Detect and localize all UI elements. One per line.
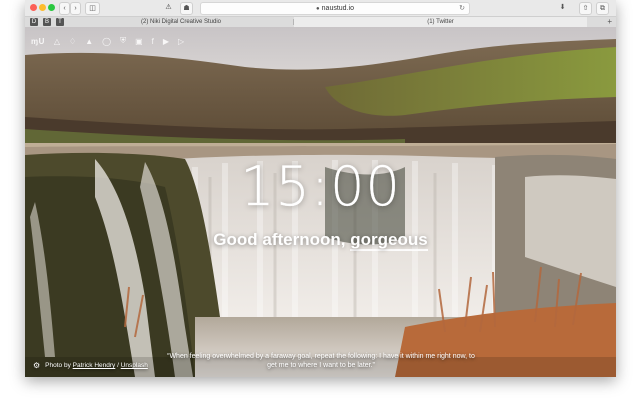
share-icon[interactable]: ⇧ (579, 2, 592, 15)
forward-button[interactable]: › (70, 2, 81, 15)
shield-icon[interactable]: ⛨ (120, 36, 126, 46)
url-text: naustud.io (321, 5, 354, 12)
pinned-tab-1[interactable]: D (30, 18, 38, 26)
new-tab-button[interactable]: + (607, 17, 612, 27)
warning-icon[interactable]: ⚠ (163, 2, 174, 13)
greeting: Good afternoon, gorgeous (25, 230, 616, 251)
drive-icon[interactable]: ▲ (85, 37, 93, 46)
photo-credit: ⚙ Photo by Patrick Hendry / Unsplash (33, 361, 148, 370)
credit-separator: / (117, 362, 119, 369)
download-icon[interactable]: ⬇ (557, 2, 568, 13)
browser-window: ‹ › ◫ ⚠ ☗ ● naustud.io ↻ ⬇ ⇧ ⧉ D B T (2) … (25, 0, 616, 377)
address-bar[interactable]: ● naustud.io ↻ (200, 2, 470, 15)
shortcut-bar: ɱU △ ♢ ▲ ◯ ⛨ ▣ f ▶ ▷ (31, 35, 193, 47)
tabs-overview-icon[interactable]: ⧉ (596, 2, 609, 15)
tab-twitter[interactable]: (1) Twitter (294, 17, 587, 27)
minimize-window-button[interactable] (39, 4, 46, 11)
gear-icon[interactable]: ⚙ (33, 361, 40, 370)
facebook-icon[interactable]: f (152, 37, 154, 46)
calendar-icon[interactable]: ▣ (135, 37, 143, 46)
lock-icon[interactable]: ☗ (180, 2, 193, 15)
tab-niki[interactable]: (2) Niki Digital Creative Studio (69, 17, 293, 27)
greeting-text: Good afternoon, (213, 230, 346, 249)
credit-prefix: Photo by (45, 362, 71, 369)
quote: “When feeling overwhelmed by a faraway g… (167, 353, 475, 369)
browser-toolbar: ‹ › ◫ ⚠ ☗ ● naustud.io ↻ ⬇ ⇧ ⧉ (25, 0, 616, 17)
play-icon[interactable]: ▷ (178, 37, 184, 46)
bell-icon[interactable]: ♢ (69, 37, 76, 46)
pinned-tab-3[interactable]: T (56, 18, 64, 26)
github-icon[interactable]: ◯ (102, 37, 111, 46)
new-tab-page: ɱU △ ♢ ▲ ◯ ⛨ ▣ f ▶ ▷ 15:00 Good afternoo… (25, 27, 616, 377)
pinned-tab-2[interactable]: B (43, 18, 51, 26)
sidebar-button[interactable]: ◫ (85, 2, 100, 15)
credit-author-link[interactable]: Patrick Hendry (73, 362, 116, 369)
greeting-name[interactable]: gorgeous (350, 230, 428, 251)
youtube-icon[interactable]: ▶ (163, 37, 169, 46)
close-window-button[interactable] (30, 4, 37, 11)
zoom-window-button[interactable] (48, 4, 55, 11)
triangle-icon[interactable]: △ (54, 37, 60, 46)
credit-source-link[interactable]: Unsplash (121, 362, 148, 369)
clock: 15:00 (240, 155, 401, 218)
reload-icon[interactable]: ↻ (459, 3, 465, 14)
back-button[interactable]: ‹ (59, 2, 70, 15)
lock-icon: ● (316, 6, 320, 12)
app-logo[interactable]: ɱU (31, 37, 45, 46)
